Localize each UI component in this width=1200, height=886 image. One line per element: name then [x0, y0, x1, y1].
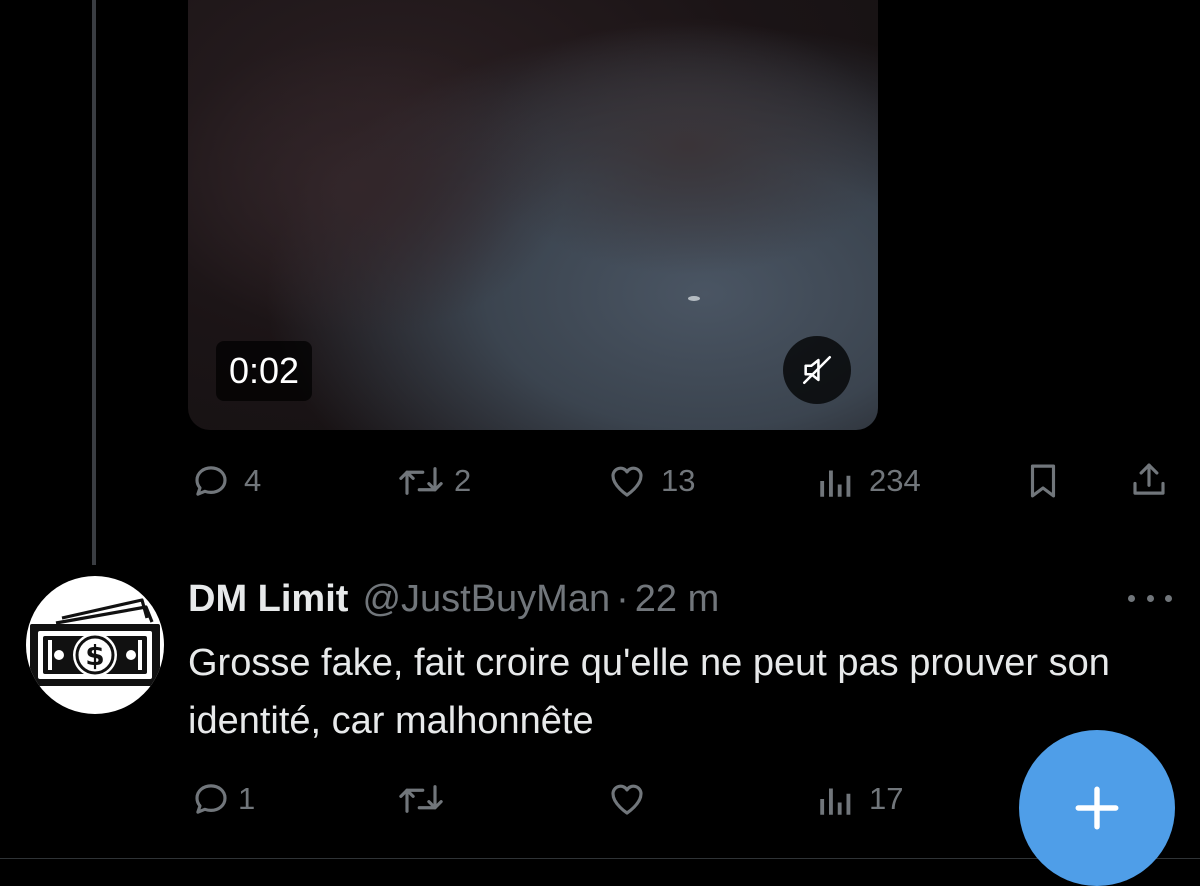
- compose-post-button[interactable]: [1019, 730, 1175, 886]
- header-separator: ·: [616, 577, 629, 620]
- heart-icon: [611, 466, 643, 497]
- post-timestamp[interactable]: 22 m: [635, 578, 719, 621]
- like-button[interactable]: [605, 778, 649, 820]
- more-options-button[interactable]: [1128, 586, 1172, 610]
- video-duration-badge: 0:02: [216, 341, 313, 401]
- money-bill-icon: $: [30, 598, 160, 686]
- mute-button[interactable]: [783, 336, 851, 404]
- heart-icon: [611, 784, 643, 815]
- views-count: 234: [869, 463, 921, 498]
- video-frame-shape: [478, 16, 878, 276]
- reply-count: 4: [244, 463, 262, 498]
- like-count: 13: [661, 463, 696, 498]
- like-button[interactable]: 13: [605, 460, 695, 502]
- comment-icon: [195, 466, 227, 496]
- repost-icon: [399, 785, 443, 813]
- speaker-muted-icon: [802, 355, 832, 385]
- views-button[interactable]: 17: [815, 778, 903, 820]
- svg-text:$: $: [85, 639, 104, 672]
- more-dot: [1165, 594, 1172, 602]
- reply-header: DM Limit @JustBuyMan · 22 m: [188, 572, 719, 626]
- repost-icon: [399, 467, 443, 495]
- avatar[interactable]: $: [26, 576, 164, 714]
- user-handle[interactable]: @JustBuyMan: [362, 578, 610, 621]
- reply-button[interactable]: 4: [190, 460, 261, 502]
- repost-button[interactable]: [396, 778, 446, 820]
- more-dot: [1128, 594, 1135, 602]
- timeline-divider: [0, 858, 1200, 859]
- repost-count: 2: [454, 463, 472, 498]
- reply-count: 1: [238, 781, 256, 816]
- reply-button[interactable]: 1: [190, 778, 255, 820]
- share-icon: [1133, 463, 1165, 495]
- plus-icon: [1075, 786, 1119, 830]
- video-frame-speck: [688, 296, 700, 301]
- views-button[interactable]: 234: [815, 460, 921, 502]
- reply-text: Grosse fake, fait croire qu'elle ne peut…: [188, 642, 1110, 742]
- bookmark-button[interactable]: [1022, 460, 1064, 502]
- share-button[interactable]: [1128, 458, 1170, 502]
- more-dot: [1146, 594, 1154, 602]
- views-count: 17: [869, 781, 904, 816]
- bookmark-icon: [1030, 464, 1056, 498]
- views-chart-icon: [820, 470, 851, 497]
- repost-button[interactable]: 2: [396, 460, 471, 502]
- comment-icon: [195, 784, 227, 814]
- thread-connector-line: [92, 0, 96, 565]
- display-name[interactable]: DM Limit: [188, 578, 348, 621]
- views-chart-icon: [820, 788, 851, 815]
